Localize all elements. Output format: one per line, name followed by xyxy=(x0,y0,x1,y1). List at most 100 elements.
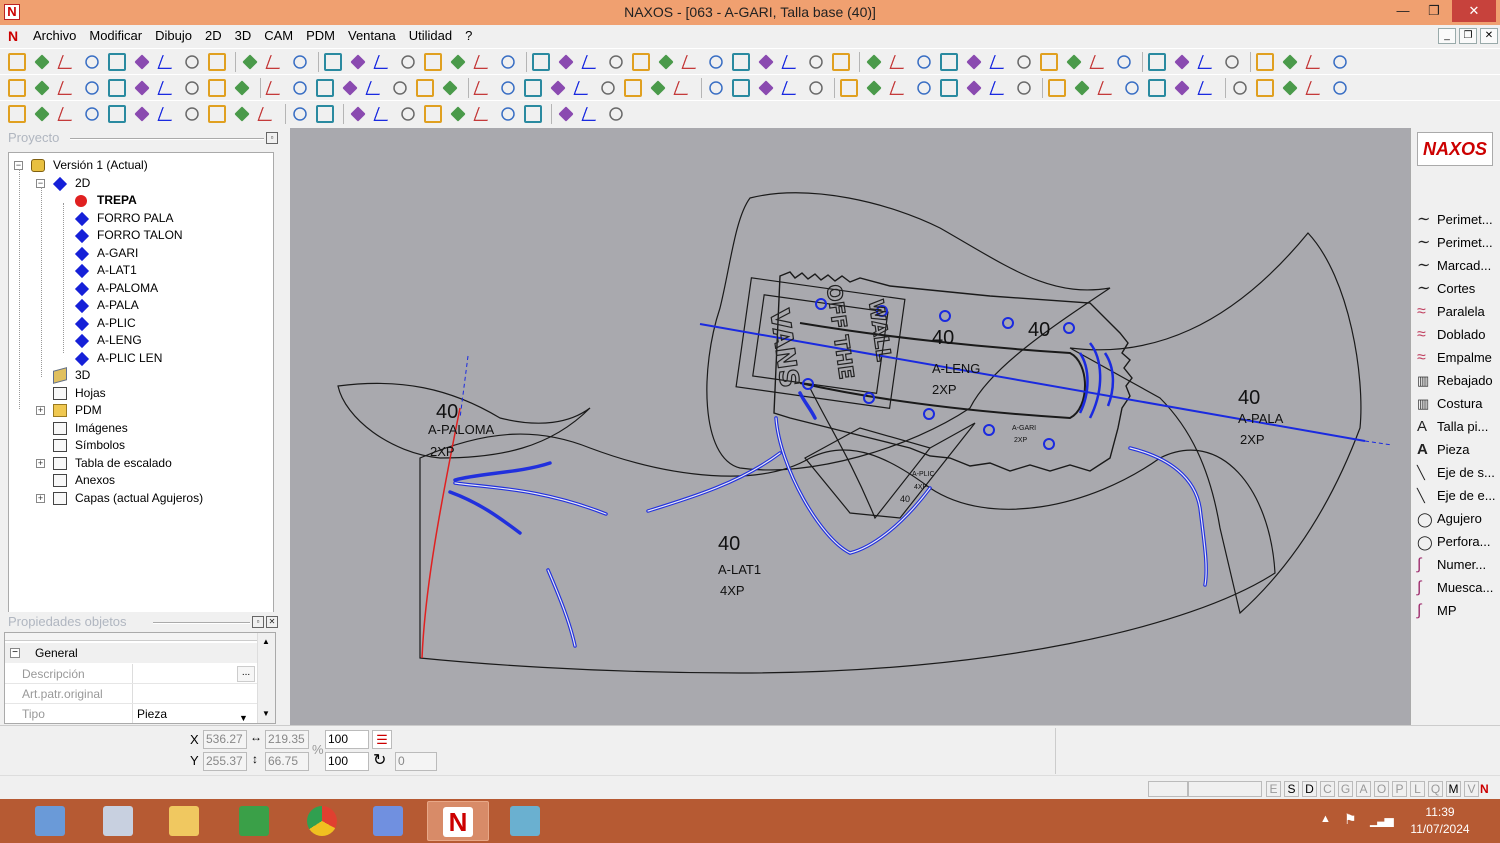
menu-item[interactable]: 3D xyxy=(235,28,259,43)
standard-tool-icon[interactable] xyxy=(134,54,150,70)
prop-row-type[interactable]: Tipo Pieza ▼ xyxy=(5,704,257,724)
standard-tool-icon[interactable] xyxy=(989,54,1009,70)
palette-item-marcad[interactable]: ∼ Marcad... xyxy=(1415,255,1499,277)
standard-tool-icon[interactable] xyxy=(1117,55,1131,69)
drawing-tool-icon[interactable] xyxy=(393,81,407,95)
standard-tool-icon[interactable] xyxy=(709,55,723,69)
drawing-tool-icon[interactable] xyxy=(416,79,434,97)
taskbar-document-button[interactable] xyxy=(358,801,420,841)
drawing-tool-icon[interactable] xyxy=(524,79,542,97)
drawing-tool-icon[interactable] xyxy=(781,80,801,96)
list-icon[interactable]: ☰ xyxy=(372,730,392,749)
height-field[interactable]: 66.75 xyxy=(265,752,309,771)
drawing-tool-icon[interactable] xyxy=(1125,81,1139,95)
status-flag-p[interactable]: P xyxy=(1392,781,1407,797)
standard-tool-icon[interactable] xyxy=(157,54,177,70)
tree-item-forro-pala[interactable]: FORRO PALA xyxy=(9,210,269,227)
scroll-up-icon[interactable]: ▲ xyxy=(262,637,270,646)
tree-item-a-gari[interactable]: A-GARI xyxy=(9,245,269,262)
modify-tool-icon[interactable] xyxy=(8,105,26,123)
status-flag-e[interactable]: E xyxy=(1266,781,1281,797)
standard-tool-icon[interactable] xyxy=(1225,55,1239,69)
standard-tool-icon[interactable] xyxy=(350,54,366,70)
drawing-tool-icon[interactable] xyxy=(1333,81,1347,95)
modify-tool-icon[interactable] xyxy=(257,106,277,122)
standard-tool-icon[interactable] xyxy=(866,54,882,70)
drawing-tool-icon[interactable] xyxy=(34,80,50,96)
taskbar-chrome-button[interactable] xyxy=(292,801,354,841)
standard-tool-icon[interactable] xyxy=(1040,53,1058,71)
palette-item-eje-de-s[interactable]: ╲ Eje de s... xyxy=(1415,462,1499,484)
palette-item-paralela[interactable]: ≈ Paralela xyxy=(1415,301,1499,323)
drawing-tool-icon[interactable] xyxy=(732,79,750,97)
tree-item-trepa[interactable]: TREPA xyxy=(9,192,269,209)
tree-item-2d[interactable]: −2D xyxy=(9,175,269,192)
pin-icon[interactable]: ▫ xyxy=(266,132,278,144)
close-button[interactable]: ✕ xyxy=(1452,0,1496,22)
drawing-tool-icon[interactable] xyxy=(265,80,285,96)
modify-tool-icon[interactable] xyxy=(609,107,623,121)
drawing-tool-icon[interactable] xyxy=(293,81,307,95)
taskbar-naxos-button[interactable]: N xyxy=(427,801,489,841)
standard-tool-icon[interactable] xyxy=(966,54,982,70)
modify-tool-icon[interactable] xyxy=(57,106,77,122)
modify-tool-icon[interactable] xyxy=(558,106,574,122)
expand-icon[interactable]: + xyxy=(36,406,45,415)
standard-tool-icon[interactable] xyxy=(85,55,99,69)
standard-tool-icon[interactable] xyxy=(581,54,601,70)
width-field[interactable]: 219.35 xyxy=(265,730,309,749)
prop-row-description[interactable]: Descripción ... xyxy=(5,664,257,684)
tree-item-a-plic-len[interactable]: A-PLIC LEN xyxy=(9,350,269,367)
group-general[interactable]: − General xyxy=(5,643,257,663)
palette-item-doblado[interactable]: ≈ Doblado xyxy=(1415,324,1499,346)
palette-item-rebajado[interactable]: ▥ Rebajado xyxy=(1415,370,1499,392)
standard-tool-icon[interactable] xyxy=(558,54,574,70)
palette-item-perimet[interactable]: ∼ Perimet... xyxy=(1415,209,1499,231)
scroll-down-icon[interactable]: ▼ xyxy=(262,709,270,718)
modify-tool-icon[interactable] xyxy=(450,106,466,122)
modify-tool-icon[interactable] xyxy=(501,107,515,121)
drawing-tool-icon[interactable] xyxy=(889,80,909,96)
drawing-tool-icon[interactable] xyxy=(1148,79,1166,97)
drawing-tool-icon[interactable] xyxy=(809,81,823,95)
tree-item-forro-talon[interactable]: FORRO TALON xyxy=(9,227,269,244)
taskbar-eraser-button[interactable] xyxy=(495,801,557,841)
status-flag-v[interactable]: V xyxy=(1464,781,1479,797)
standard-tool-icon[interactable] xyxy=(889,54,909,70)
menu-item[interactable]: ? xyxy=(465,28,479,43)
prop-row-original[interactable]: Art.patr.original xyxy=(5,684,257,704)
drawing-tool-icon[interactable] xyxy=(473,80,493,96)
rotation-field[interactable]: 0 xyxy=(395,752,437,771)
menu-item[interactable]: Utilidad xyxy=(409,28,459,43)
expand-icon[interactable]: + xyxy=(36,458,45,468)
status-flag-a[interactable]: A xyxy=(1356,781,1371,797)
tree-item-a-leng[interactable]: A-LENG xyxy=(9,332,269,349)
menu-item[interactable]: Archivo xyxy=(33,28,83,43)
status-flag-l[interactable]: L xyxy=(1410,781,1425,797)
drawing-tool-icon[interactable] xyxy=(1282,80,1298,96)
tree-item-a-plic[interactable]: A-PLIC xyxy=(9,315,269,332)
tree-item-anexos[interactable]: Anexos xyxy=(9,472,269,489)
drawing-tool-icon[interactable] xyxy=(234,80,250,96)
drawing-tool-icon[interactable] xyxy=(573,80,593,96)
taskbar-folder-button[interactable] xyxy=(154,801,216,841)
drawing-tool-icon[interactable] xyxy=(624,79,642,97)
maximize-button[interactable]: ❐ xyxy=(1418,0,1450,22)
drawing-tool-icon[interactable] xyxy=(601,81,615,95)
drawing-tool-icon[interactable] xyxy=(1097,80,1117,96)
standard-tool-icon[interactable] xyxy=(632,53,650,71)
standard-tool-icon[interactable] xyxy=(401,55,415,69)
palette-item-agujero[interactable]: ◯ Agujero xyxy=(1415,508,1499,530)
drawing-tool-icon[interactable] xyxy=(917,81,931,95)
modify-tool-icon[interactable] xyxy=(350,106,366,122)
modify-tool-icon[interactable] xyxy=(208,105,226,123)
taskbar-file-manager-button[interactable] xyxy=(88,801,150,841)
standard-tool-icon[interactable] xyxy=(658,54,674,70)
menu-item[interactable]: Modificar xyxy=(89,28,149,43)
project-tree[interactable]: − Versión 1 (Actual) −2D TREPA FORRO PALA FOR… xyxy=(8,152,274,618)
tree-item-3d[interactable]: 3D xyxy=(9,367,269,384)
x-coordinate-field[interactable]: 536.27 xyxy=(203,730,247,749)
modify-tool-icon[interactable] xyxy=(316,105,334,123)
taskbar-calculator-button[interactable] xyxy=(20,801,82,841)
drawing-tool-icon[interactable] xyxy=(501,81,515,95)
